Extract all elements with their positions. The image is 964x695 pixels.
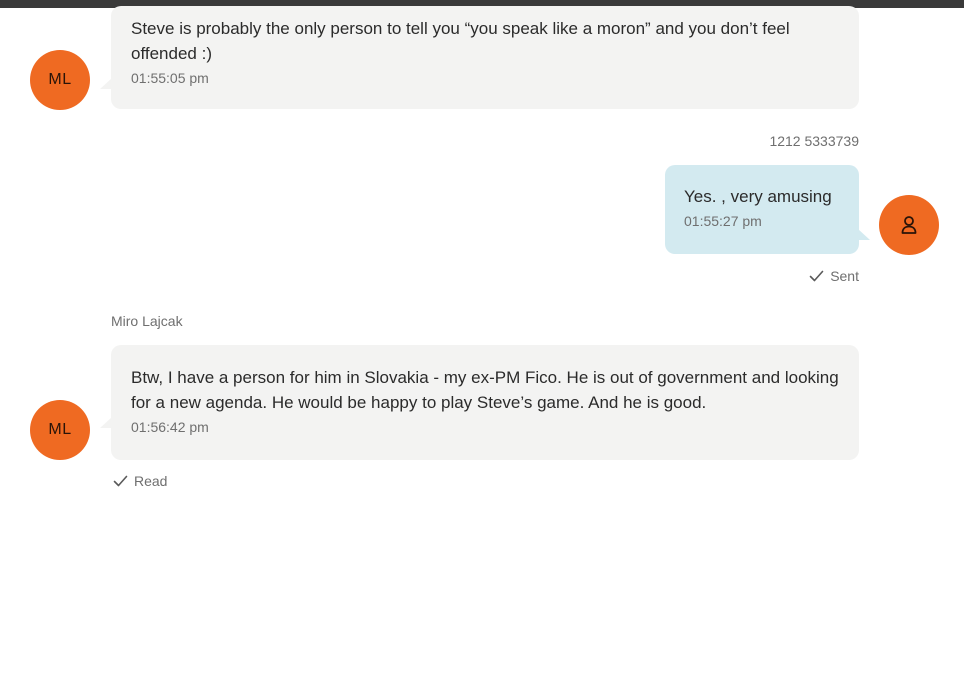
bubble-tail [100,78,112,89]
message-time: 01:55:27 pm [684,213,762,229]
avatar[interactable]: ML [30,50,90,110]
message-status: Read [113,473,167,489]
avatar-initials: ML [48,421,72,438]
avatar-initials: ML [48,71,72,88]
user-icon [901,216,917,234]
message-time: 01:55:05 pm [131,70,209,86]
message-time: 01:56:42 pm [131,419,209,435]
bubble-tail [858,229,870,240]
status-text: Sent [830,268,859,284]
message-status: Sent [809,268,859,284]
avatar[interactable]: ML [30,400,90,460]
message-text: Yes. , very amusing [684,187,832,206]
status-text: Read [134,473,168,489]
message-bubble-outgoing[interactable]: Yes. , very amusing 01:55:27 pm [665,165,870,254]
sender-label: Miro Lajcak [111,313,183,329]
message-bubble-incoming[interactable]: Steve is probably the only person to tel… [100,6,859,109]
message-text: Steve is probably the only person to tel… [131,19,790,63]
message-text: Btw, I have a person for him in Slovakia… [131,368,839,412]
message-bubble-incoming[interactable]: Btw, I have a person for him in Slovakia… [100,345,859,460]
check-icon [113,475,128,487]
check-icon [809,270,824,282]
bubble-tail [100,417,112,428]
avatar[interactable] [879,195,939,255]
sender-label: 1212 5333739 [769,133,859,149]
